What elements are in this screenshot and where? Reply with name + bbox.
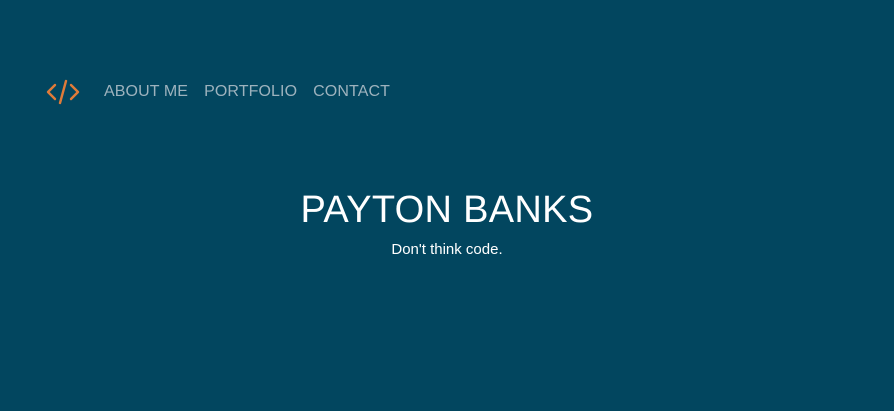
nav-links: ABOUT ME PORTFOLIO CONTACT	[104, 76, 390, 108]
nav-link-about-me[interactable]: ABOUT ME	[104, 76, 188, 108]
landing-page: ABOUT ME PORTFOLIO CONTACT PAYTON BANKS …	[0, 0, 894, 411]
hero-subtitle: Don't think code.	[391, 241, 503, 258]
hero-title: PAYTON BANKS	[300, 189, 594, 231]
top-navigation: ABOUT ME PORTFOLIO CONTACT	[44, 76, 390, 108]
hero-section: PAYTON BANKS Don't think code.	[0, 186, 894, 260]
nav-link-contact[interactable]: CONTACT	[313, 76, 390, 108]
code-brackets-icon	[45, 78, 81, 106]
logo-link[interactable]	[44, 76, 82, 108]
nav-link-portfolio[interactable]: PORTFOLIO	[204, 76, 297, 108]
